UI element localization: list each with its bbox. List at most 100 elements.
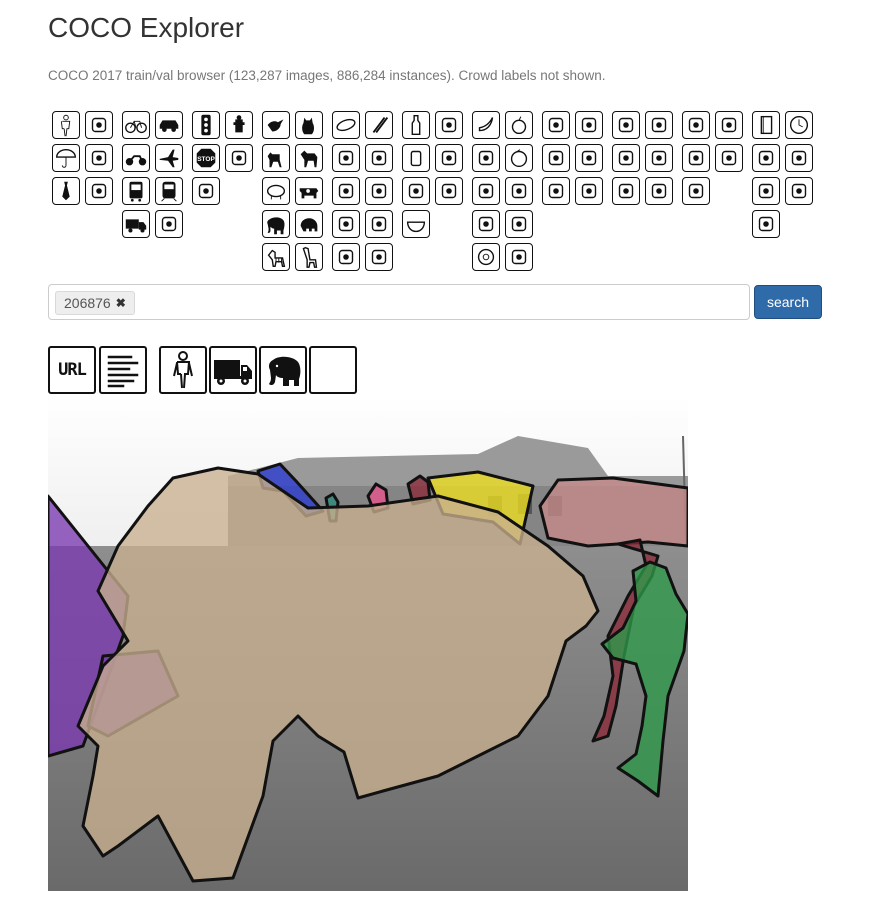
motorcycle-category-button[interactable]: [122, 144, 150, 172]
bowl-category-button[interactable]: [402, 210, 430, 238]
backpack-category-button[interactable]: [85, 111, 113, 139]
oven-category-button[interactable]: [715, 111, 743, 139]
fire-hydrant-icon: [233, 115, 245, 133]
remote-category-button[interactable]: [645, 144, 673, 172]
umbrella-category-button[interactable]: [52, 144, 80, 172]
baseball-glove-category-button[interactable]: [332, 210, 360, 238]
handbag-category-button[interactable]: [85, 144, 113, 172]
microwave-category-button[interactable]: [682, 111, 710, 139]
orange-category-button[interactable]: [505, 144, 533, 172]
elephant-filter-button[interactable]: [259, 346, 307, 394]
pizza-category-button[interactable]: [505, 210, 533, 238]
tennis-racket-category-button[interactable]: [365, 243, 393, 271]
handbag-icon: [91, 150, 107, 166]
mouse-category-button[interactable]: [612, 144, 640, 172]
zebra-category-button[interactable]: [262, 243, 290, 271]
bench-category-button[interactable]: [192, 177, 220, 205]
broccoli-category-button[interactable]: [472, 177, 500, 205]
caption-button[interactable]: [99, 346, 147, 394]
clock-icon: [789, 115, 809, 135]
cow-category-button[interactable]: [295, 177, 323, 205]
sink-icon: [721, 150, 737, 166]
skis-category-button[interactable]: [365, 111, 393, 139]
remove-tag-icon[interactable]: ✖: [116, 292, 126, 314]
sports-ball-category-button[interactable]: [365, 144, 393, 172]
book-category-button[interactable]: [752, 111, 780, 139]
url-button[interactable]: URL: [48, 346, 96, 394]
truck-category-button[interactable]: [122, 210, 150, 238]
skateboard-category-button[interactable]: [365, 210, 393, 238]
fire-hydrant-category-button[interactable]: [225, 111, 253, 139]
car-category-button[interactable]: [155, 111, 183, 139]
bird-category-button[interactable]: [262, 111, 290, 139]
stop-sign-category-button[interactable]: STOP: [192, 144, 220, 172]
airplane-category-button[interactable]: [155, 144, 183, 172]
clock-category-button[interactable]: [785, 111, 813, 139]
hair-drier-category-button[interactable]: [785, 177, 813, 205]
vase-category-button[interactable]: [752, 144, 780, 172]
chair-category-button[interactable]: [542, 111, 570, 139]
fork-category-button[interactable]: [435, 144, 463, 172]
keyboard-category-button[interactable]: [612, 177, 640, 205]
sink-category-button[interactable]: [715, 144, 743, 172]
baseball-bat-category-button[interactable]: [365, 177, 393, 205]
apple-category-button[interactable]: [505, 111, 533, 139]
donut-category-button[interactable]: [472, 243, 500, 271]
couch-category-button[interactable]: [575, 111, 603, 139]
search-input[interactable]: 206876 ✖: [48, 284, 750, 320]
suitcase-category-button[interactable]: [85, 177, 113, 205]
bed-category-button[interactable]: [575, 144, 603, 172]
tv-icon: [618, 117, 634, 133]
train-category-button[interactable]: [155, 177, 183, 205]
banana-icon: [478, 117, 494, 132]
refrigerator-icon: [688, 183, 704, 199]
wine-glass-category-button[interactable]: [435, 111, 463, 139]
toaster-category-button[interactable]: [682, 144, 710, 172]
spoon-category-button[interactable]: [435, 177, 463, 205]
kite-category-button[interactable]: [332, 177, 360, 205]
snowboard-category-button[interactable]: [332, 144, 360, 172]
boat-category-button[interactable]: [155, 210, 183, 238]
person-filter-button[interactable]: [159, 346, 207, 394]
cat-icon: [302, 117, 315, 135]
teddy-bear-category-button[interactable]: [752, 177, 780, 205]
dining-table-category-button[interactable]: [542, 177, 570, 205]
bear-category-button[interactable]: [295, 210, 323, 238]
blank-toggle-button[interactable]: [309, 346, 357, 394]
bicycle-category-button[interactable]: [122, 111, 150, 139]
horse-category-button[interactable]: [295, 144, 323, 172]
hair-drier-icon: [791, 183, 807, 199]
giraffe-category-button[interactable]: [295, 243, 323, 271]
dog-category-button[interactable]: [262, 144, 290, 172]
scissors-category-button[interactable]: [785, 144, 813, 172]
elephant-category-button[interactable]: [262, 210, 290, 238]
sheep-category-button[interactable]: [262, 177, 290, 205]
laptop-category-button[interactable]: [645, 111, 673, 139]
cake-category-button[interactable]: [505, 243, 533, 271]
traffic-light-category-button[interactable]: [192, 111, 220, 139]
parking-meter-category-button[interactable]: [225, 144, 253, 172]
potted-plant-category-button[interactable]: [542, 144, 570, 172]
tie-category-button[interactable]: [52, 177, 80, 205]
tv-category-button[interactable]: [612, 111, 640, 139]
bottle-category-button[interactable]: [402, 111, 430, 139]
surfboard-category-button[interactable]: [332, 243, 360, 271]
hot-dog-category-button[interactable]: [472, 210, 500, 238]
search-button[interactable]: search: [754, 285, 822, 319]
truck-filter-button[interactable]: [209, 346, 257, 394]
refrigerator-category-button[interactable]: [682, 177, 710, 205]
keyboard-icon: [618, 183, 634, 199]
stop-sign-icon: STOP: [196, 148, 215, 168]
banana-category-button[interactable]: [472, 111, 500, 139]
bus-category-button[interactable]: [122, 177, 150, 205]
toothbrush-category-button[interactable]: [752, 210, 780, 238]
cat-category-button[interactable]: [295, 111, 323, 139]
knife-category-button[interactable]: [402, 177, 430, 205]
frisbee-category-button[interactable]: [332, 111, 360, 139]
sandwich-category-button[interactable]: [472, 144, 500, 172]
person-category-button[interactable]: [52, 111, 80, 139]
cell-phone-category-button[interactable]: [645, 177, 673, 205]
toilet-category-button[interactable]: [575, 177, 603, 205]
carrot-category-button[interactable]: [505, 177, 533, 205]
cup-category-button[interactable]: [402, 144, 430, 172]
